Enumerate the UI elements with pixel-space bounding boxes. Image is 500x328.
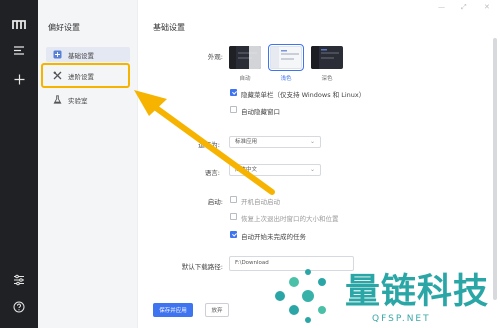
watermark-text: 量链科技 — [345, 272, 490, 312]
watermark-subtext: QFSP.NET — [372, 314, 431, 324]
watermark-logo-icon — [275, 269, 326, 323]
